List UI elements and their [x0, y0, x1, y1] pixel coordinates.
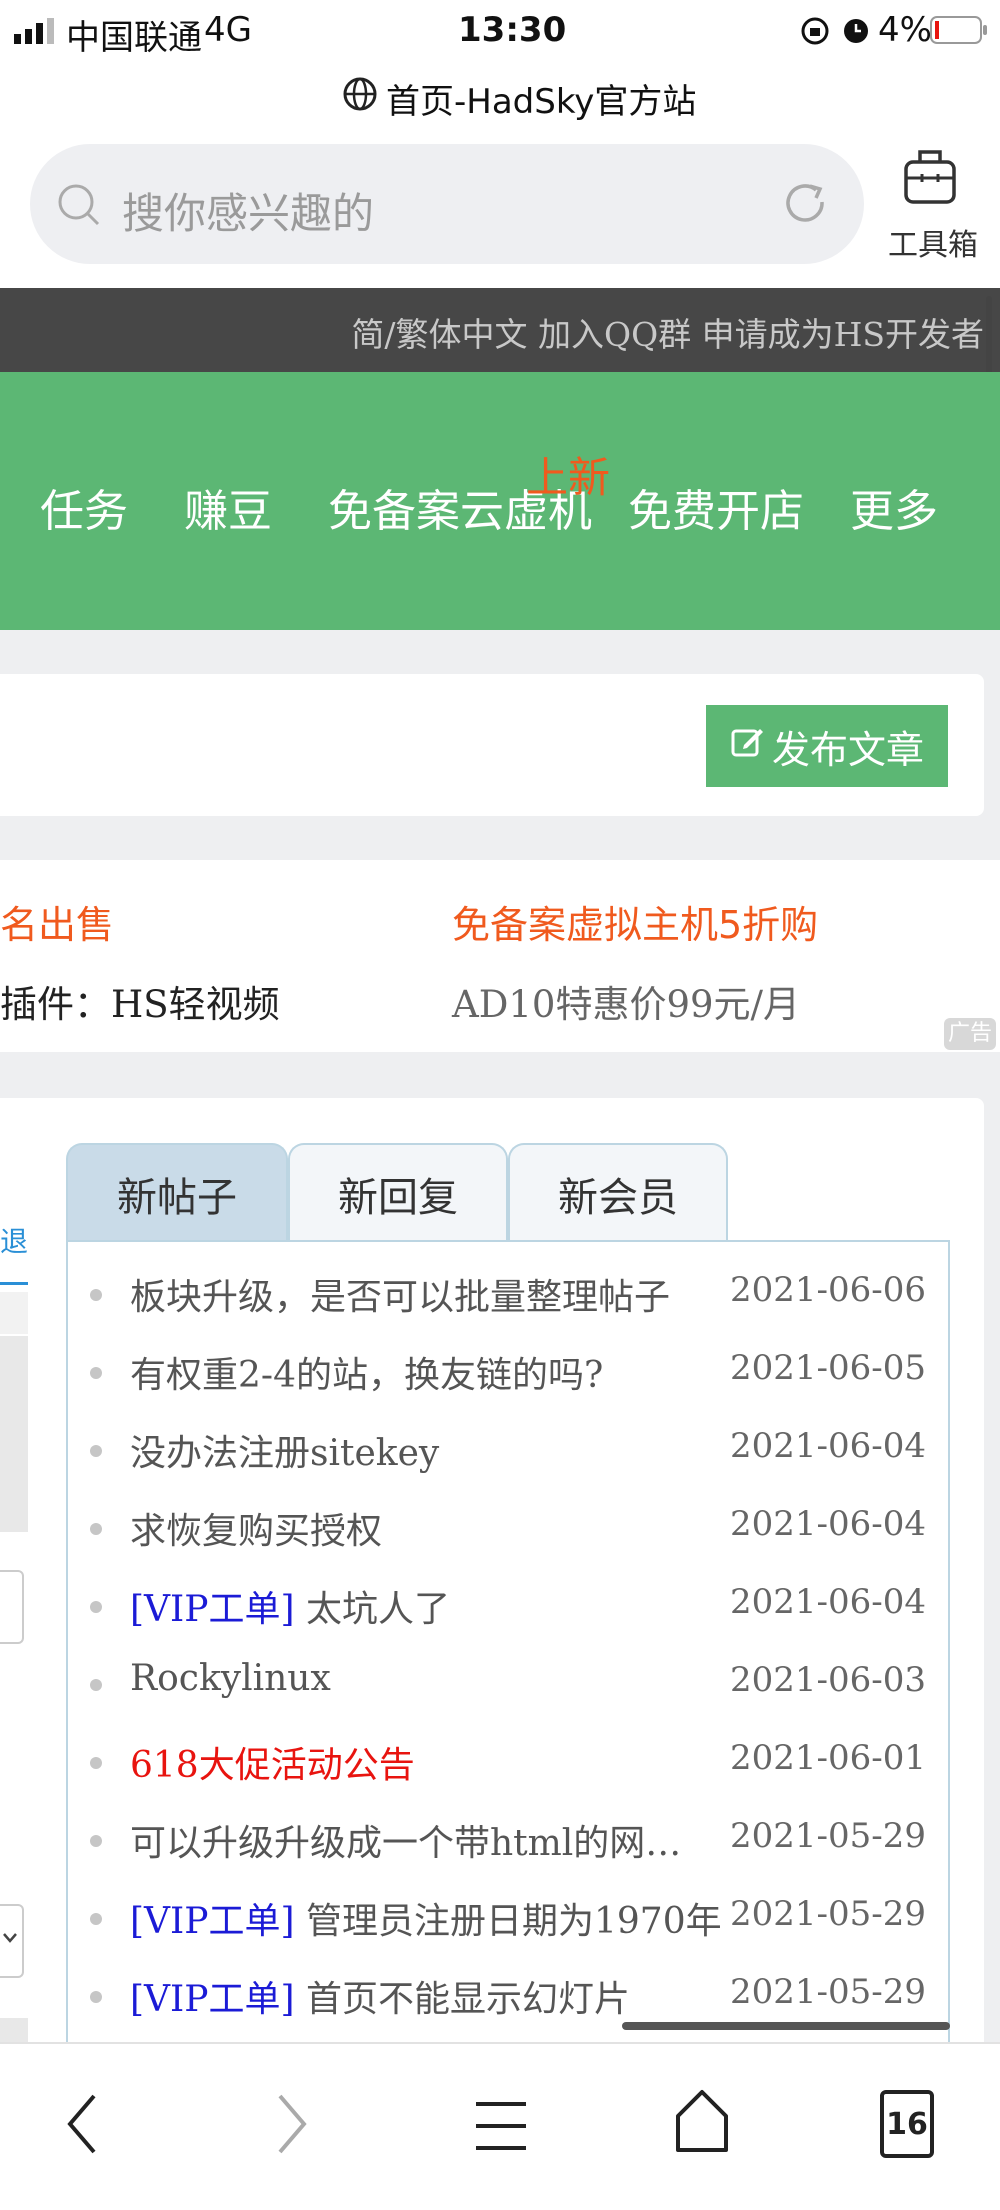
reload-icon[interactable]	[782, 180, 830, 232]
post-title: 板块升级，是否可以批量整理帖子	[130, 1277, 671, 1318]
bullet-icon	[90, 1367, 102, 1379]
post-list: 板块升级，是否可以批量整理帖子 2021-06-06 有权重2-4的站，换友链的…	[66, 1240, 950, 2044]
page-title[interactable]: 首页-HadSky官方站	[386, 74, 696, 123]
ad-right-title[interactable]: 免备案虚拟主机5折购	[452, 894, 818, 949]
search-icon	[56, 182, 102, 232]
sidebar-fragment-text[interactable]: 退	[0, 1220, 28, 1260]
battery-percent: 4%	[878, 10, 932, 50]
bullet-icon	[90, 1757, 102, 1769]
home-icon[interactable]	[674, 2088, 730, 2158]
ad-label: 广告	[944, 1018, 996, 1050]
forward-icon[interactable]	[272, 2092, 312, 2160]
horizontal-scroll-indicator	[622, 2022, 950, 2030]
list-item[interactable]: 618大促活动公告 2021-06-01	[68, 1724, 948, 1802]
post-date: 2021-05-29	[729, 1816, 926, 1856]
sidebar-fragment-block	[0, 1336, 28, 1532]
post-date: 2021-05-29	[729, 1894, 926, 1934]
list-item[interactable]: Rockylinux 2021-06-03	[68, 1646, 948, 1724]
post-title: 首页不能显示幻灯片	[294, 1979, 630, 2020]
vip-tag: [VIP工单]	[130, 1979, 295, 2020]
bullet-icon	[90, 1991, 102, 2003]
clock: 13:30	[458, 10, 567, 50]
bullet-icon	[90, 1289, 102, 1301]
vip-tag: [VIP工单]	[130, 1589, 295, 1630]
globe-icon	[342, 76, 378, 116]
new-badge: 上新	[526, 453, 611, 502]
network-label: 4G	[204, 10, 252, 50]
toolbox-icon	[902, 144, 958, 212]
top-links[interactable]: 简/繁体中文 加入QQ群 申请成为HS开发者	[351, 308, 984, 356]
bullet-icon	[90, 1601, 102, 1613]
post-date: 2021-05-29	[729, 1972, 926, 2012]
post-title: 618大促活动公告	[130, 1745, 415, 1786]
post-title: 管理员注册日期为1970年	[294, 1901, 722, 1942]
nav-item-earn-beans[interactable]: 赚豆	[184, 475, 272, 539]
post-date: 2021-06-01	[729, 1738, 926, 1778]
tab-new-replies[interactable]: 新回复	[288, 1143, 508, 1243]
bullet-icon	[90, 1445, 102, 1457]
tabs-count: 16	[886, 2106, 928, 2142]
bullet-icon	[90, 1523, 102, 1535]
sidebar-fragment-input[interactable]	[0, 1570, 24, 1644]
list-item[interactable]: 求恢复购买授权 2021-06-04	[68, 1490, 948, 1568]
chevron-down-icon	[2, 1930, 18, 1950]
bullet-icon	[90, 1679, 102, 1691]
post-date: 2021-06-04	[729, 1582, 926, 1622]
post-date: 2021-06-04	[729, 1426, 926, 1466]
sidebar-fragment-underline	[0, 1282, 28, 1285]
carrier-label: 中国联通	[66, 18, 202, 58]
nav-item-more[interactable]: 更多	[850, 475, 938, 539]
bullet-icon	[90, 1835, 102, 1847]
list-item[interactable]: 可以升级升级成一个带html的网… 2021-05-29	[68, 1802, 948, 1880]
post-date: 2021-06-06	[729, 1270, 926, 1310]
list-item[interactable]: [VIP工单] 太坑人了 2021-06-04	[68, 1568, 948, 1646]
post-article-button[interactable]: 发布文章	[706, 705, 948, 787]
post-title: 没办法注册sitekey	[130, 1433, 440, 1474]
list-item[interactable]: 板块升级，是否可以批量整理帖子 2021-06-06	[68, 1256, 948, 1334]
list-item[interactable]: 没办法注册sitekey 2021-06-04	[68, 1412, 948, 1490]
status-bar: 中国联通 4G 13:30 4%	[0, 0, 1000, 62]
post-title: Rockylinux	[130, 1658, 331, 1699]
ad-left-title[interactable]: 名出售	[0, 894, 114, 949]
search-input[interactable]: 搜你感兴趣的	[122, 180, 374, 241]
signal-icon	[14, 18, 56, 44]
post-date: 2021-06-05	[729, 1348, 926, 1388]
toolbox-button[interactable]: 工具箱	[880, 140, 980, 263]
post-date: 2021-06-04	[729, 1504, 926, 1544]
post-title: 求恢复购买授权	[130, 1511, 383, 1552]
post-article-label: 发布文章	[771, 727, 924, 772]
post-title: 有权重2-4的站，换友链的吗?	[130, 1355, 604, 1396]
post-title: 太坑人了	[294, 1589, 450, 1630]
post-date: 2021-06-03	[729, 1660, 926, 1700]
bullet-icon	[90, 1913, 102, 1925]
list-item[interactable]: 有权重2-4的站，换友链的吗? 2021-06-05	[68, 1334, 948, 1412]
tab-new-members[interactable]: 新会员	[508, 1143, 728, 1243]
tabs-count-button[interactable]: 16	[880, 2090, 934, 2158]
sidebar-fragment-bottom	[0, 2018, 28, 2042]
list-item[interactable]: [VIP工单] 管理员注册日期为1970年 2021-05-29	[68, 1880, 948, 1958]
toolbox-label: 工具箱	[888, 228, 978, 263]
battery-icon	[930, 14, 988, 50]
post-title: 可以升级升级成一个带html的网…	[130, 1823, 682, 1864]
top-links-bar: 简/繁体中文 加入QQ群 申请成为HS开发者	[0, 288, 1000, 372]
search-bar[interactable]: 搜你感兴趣的	[30, 144, 864, 264]
nav-item-task[interactable]: 任务	[40, 475, 128, 539]
menu-icon[interactable]	[474, 2098, 528, 2158]
nav-item-open-store[interactable]: 免费开店	[628, 475, 804, 539]
sidebar-fragment-row	[0, 1292, 28, 1334]
ad-left-desc[interactable]: 插件：HS轻视频	[0, 974, 280, 1028]
back-icon[interactable]	[62, 2092, 102, 2160]
alarm-icon	[840, 14, 872, 50]
edit-icon	[730, 724, 764, 768]
ad-right-desc[interactable]: AD10特惠价99元/月	[452, 974, 800, 1028]
rotation-lock-icon	[800, 16, 830, 50]
vip-tag: [VIP工单]	[130, 1901, 295, 1942]
browser-bottom-bar: 16	[0, 2042, 1000, 2210]
tab-new-posts[interactable]: 新帖子	[66, 1143, 288, 1243]
